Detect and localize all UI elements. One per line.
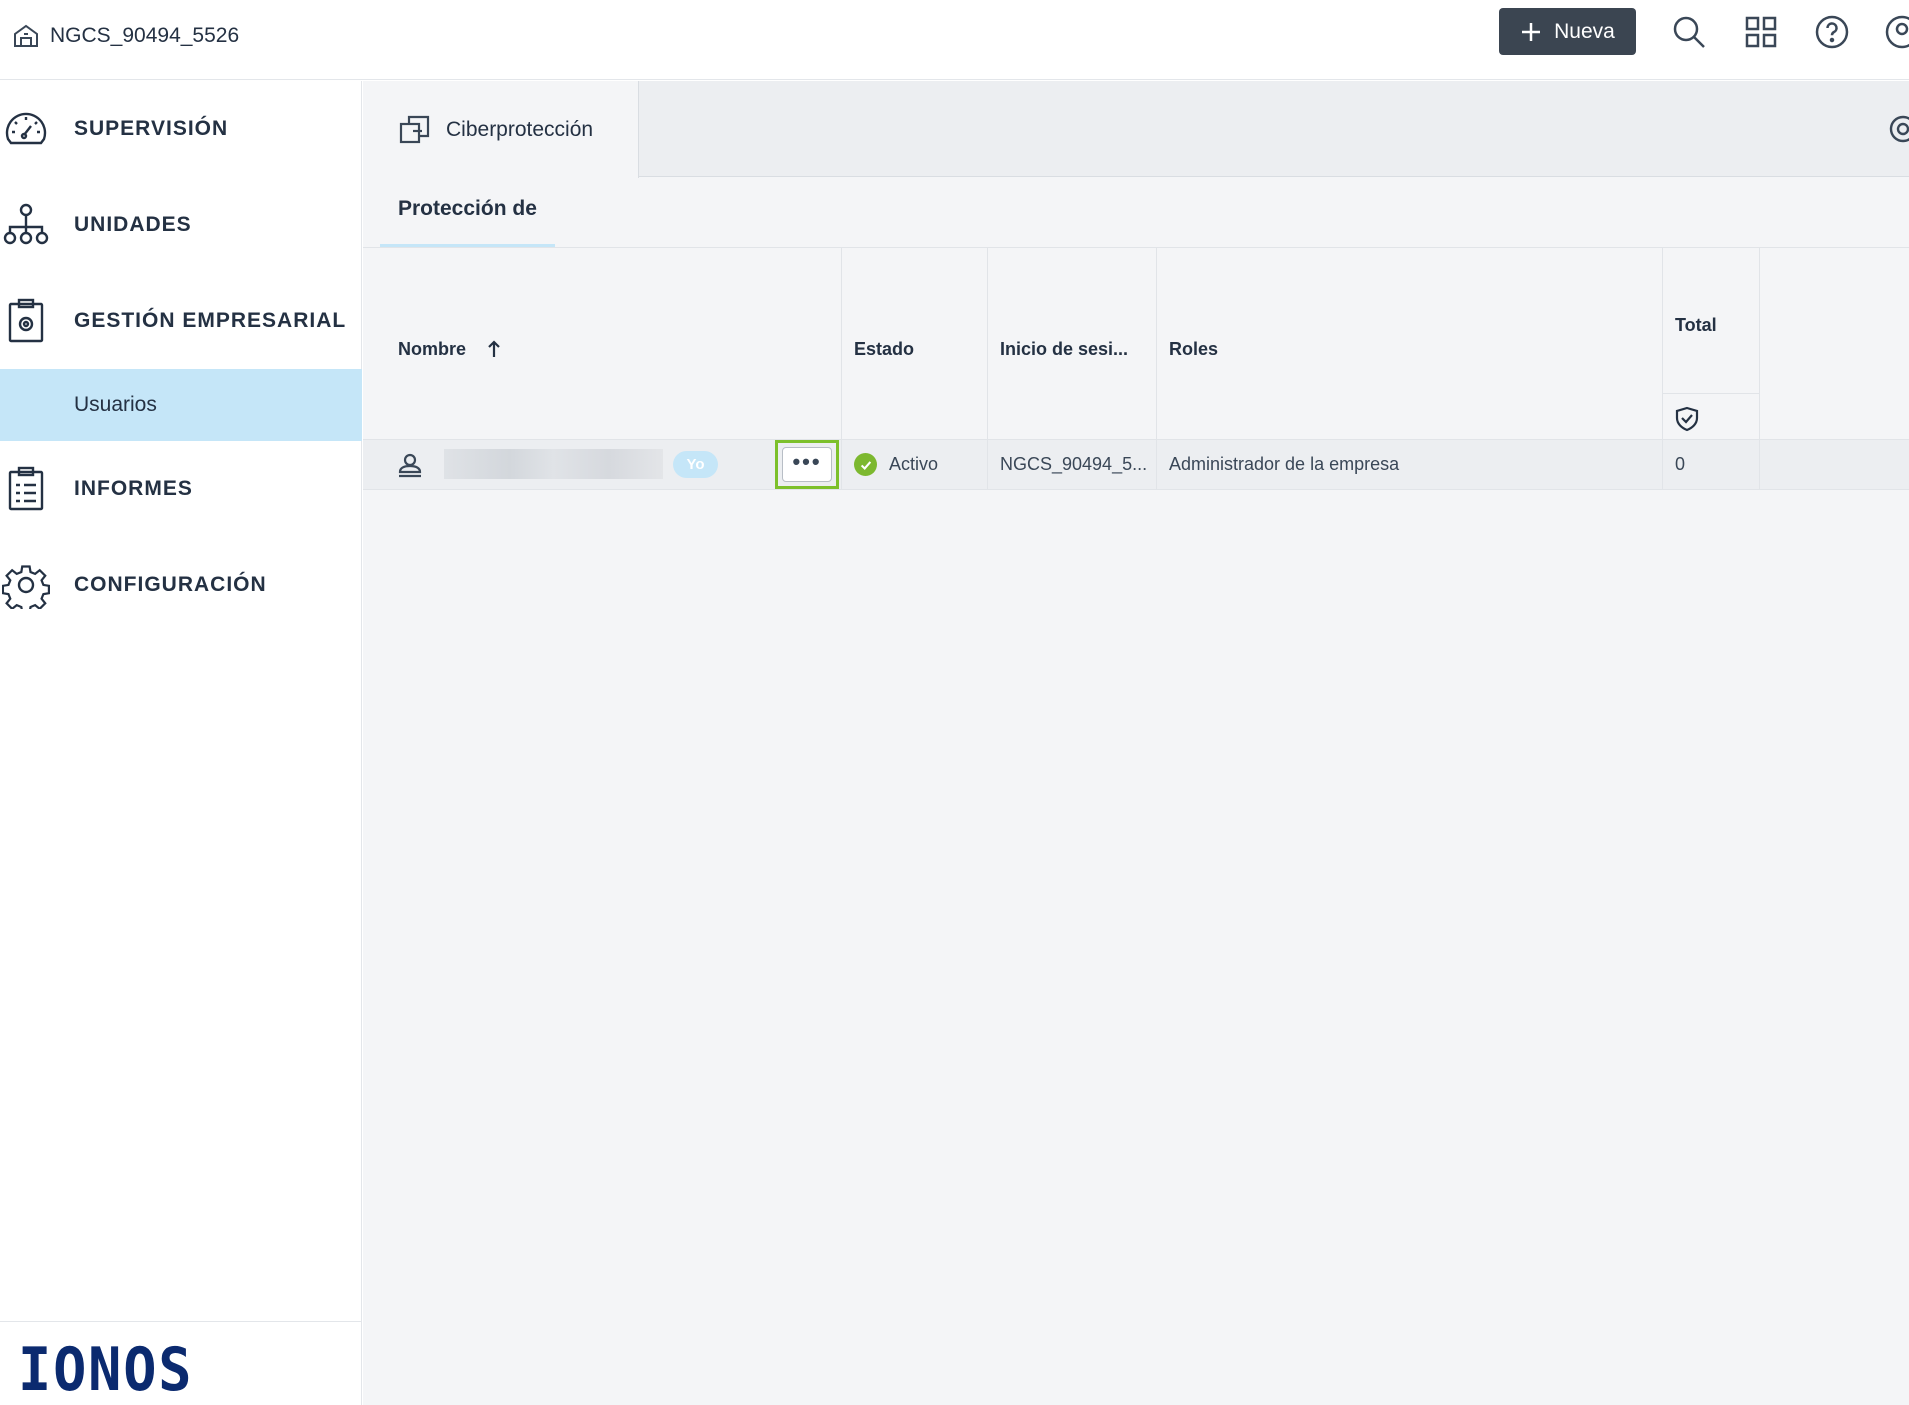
column-header-label: Total (1675, 315, 1717, 335)
search-icon (1673, 16, 1705, 48)
copy-windows-icon (399, 115, 430, 143)
sidebar-footer: IONOS (0, 1321, 362, 1405)
column-header-label: Inicio de sesi... (1000, 339, 1129, 359)
column-header-label: Nombre (398, 339, 467, 359)
tab-strip: Ciberprotección (363, 81, 1909, 178)
more-actions-button[interactable]: ••• (775, 440, 839, 489)
dashboard-gauge-icon (2, 105, 50, 153)
table-row[interactable]: Yo ••• Activo NGCS_90494_5... Administra… (363, 439, 1909, 490)
sidebar: SUPERVISIÓN UNIDADES GESTIÓN EMPRESARIAL… (0, 81, 362, 1405)
new-button-label: Nueva (1554, 19, 1615, 43)
gear-icon (2, 561, 50, 609)
help-button[interactable] (1814, 14, 1850, 50)
settings-icon[interactable] (1885, 111, 1909, 147)
plus-icon (1522, 22, 1541, 41)
status-ok-icon (854, 453, 877, 476)
cell-login: NGCS_90494_5... (988, 440, 1157, 489)
new-button[interactable]: Nueva (1499, 8, 1636, 55)
status-text: Activo (889, 454, 939, 474)
subtab-protection[interactable]: Protección de (380, 197, 555, 247)
header-divider (1663, 393, 1760, 394)
sidebar-item-label: GESTIÓN EMPRESARIAL (74, 309, 347, 332)
apps-grid-icon (1745, 16, 1777, 48)
sidebar-item-supervision[interactable]: SUPERVISIÓN (0, 99, 362, 159)
cell-roles: Administrador de la empresa (1157, 440, 1663, 489)
column-header-roles[interactable]: Roles (1157, 248, 1663, 440)
main-content: Ciberprotección Protección de Nombre Est… (363, 81, 1909, 1405)
tenant-selector[interactable]: NGCS_90494_5526 (12, 22, 239, 50)
cell-status: Activo (842, 440, 988, 489)
column-header-label: Estado (854, 339, 915, 359)
ionos-logo: IONOS (18, 1335, 194, 1405)
column-header-label: Roles (1169, 339, 1219, 359)
column-header-login[interactable]: Inicio de sesi... (988, 248, 1157, 440)
cell-name: Yo ••• (363, 440, 842, 489)
sidebar-item-business-management[interactable]: GESTIÓN EMPRESARIAL (0, 291, 362, 351)
sidebar-item-units[interactable]: UNIDADES (0, 195, 362, 255)
search-button[interactable] (1671, 14, 1707, 50)
sidebar-item-label: SUPERVISIÓN (74, 117, 229, 140)
column-header-total[interactable]: Total (1663, 248, 1760, 440)
sidebar-item-label: INFORMES (74, 477, 193, 500)
org-tree-icon (2, 201, 50, 249)
user-icon (398, 453, 422, 478)
building-icon (14, 24, 38, 47)
sidebar-subitem-users[interactable]: Usuarios (0, 369, 362, 441)
login-text: NGCS_90494_5... (1000, 454, 1148, 474)
account-button[interactable] (1884, 14, 1909, 50)
shield-check-icon (1675, 406, 1699, 432)
column-header-status[interactable]: Estado (842, 248, 988, 440)
account-icon (1885, 15, 1909, 49)
sort-ascending-icon (488, 340, 500, 357)
sidebar-subitem-label: Usuarios (74, 393, 157, 416)
sidebar-item-reports[interactable]: INFORMES (0, 459, 362, 519)
sidebar-item-configuration[interactable]: CONFIGURACIÓN (0, 555, 362, 615)
cell-total: 0 (1663, 440, 1760, 489)
more-actions-icon: ••• (782, 447, 832, 482)
clipboard-gear-icon (2, 297, 50, 345)
tenant-name: NGCS_90494_5526 (50, 24, 240, 47)
me-badge: Yo (673, 451, 718, 478)
tab-cyber-protection[interactable]: Ciberprotección (363, 81, 639, 178)
help-icon (1815, 15, 1849, 49)
top-bar: NGCS_90494_5526 Nueva (0, 0, 1909, 80)
apps-button[interactable] (1743, 14, 1779, 50)
roles-text: Administrador de la empresa (1169, 454, 1400, 474)
column-header-name[interactable]: Nombre (363, 248, 842, 440)
tab-label: Ciberprotección (446, 117, 594, 141)
redacted-user-name (444, 449, 663, 479)
subtab-label: Protección de (398, 197, 537, 220)
sidebar-item-label: CONFIGURACIÓN (74, 573, 267, 596)
report-list-icon (2, 465, 50, 513)
sidebar-item-label: UNIDADES (74, 213, 192, 236)
total-text: 0 (1675, 454, 1686, 474)
